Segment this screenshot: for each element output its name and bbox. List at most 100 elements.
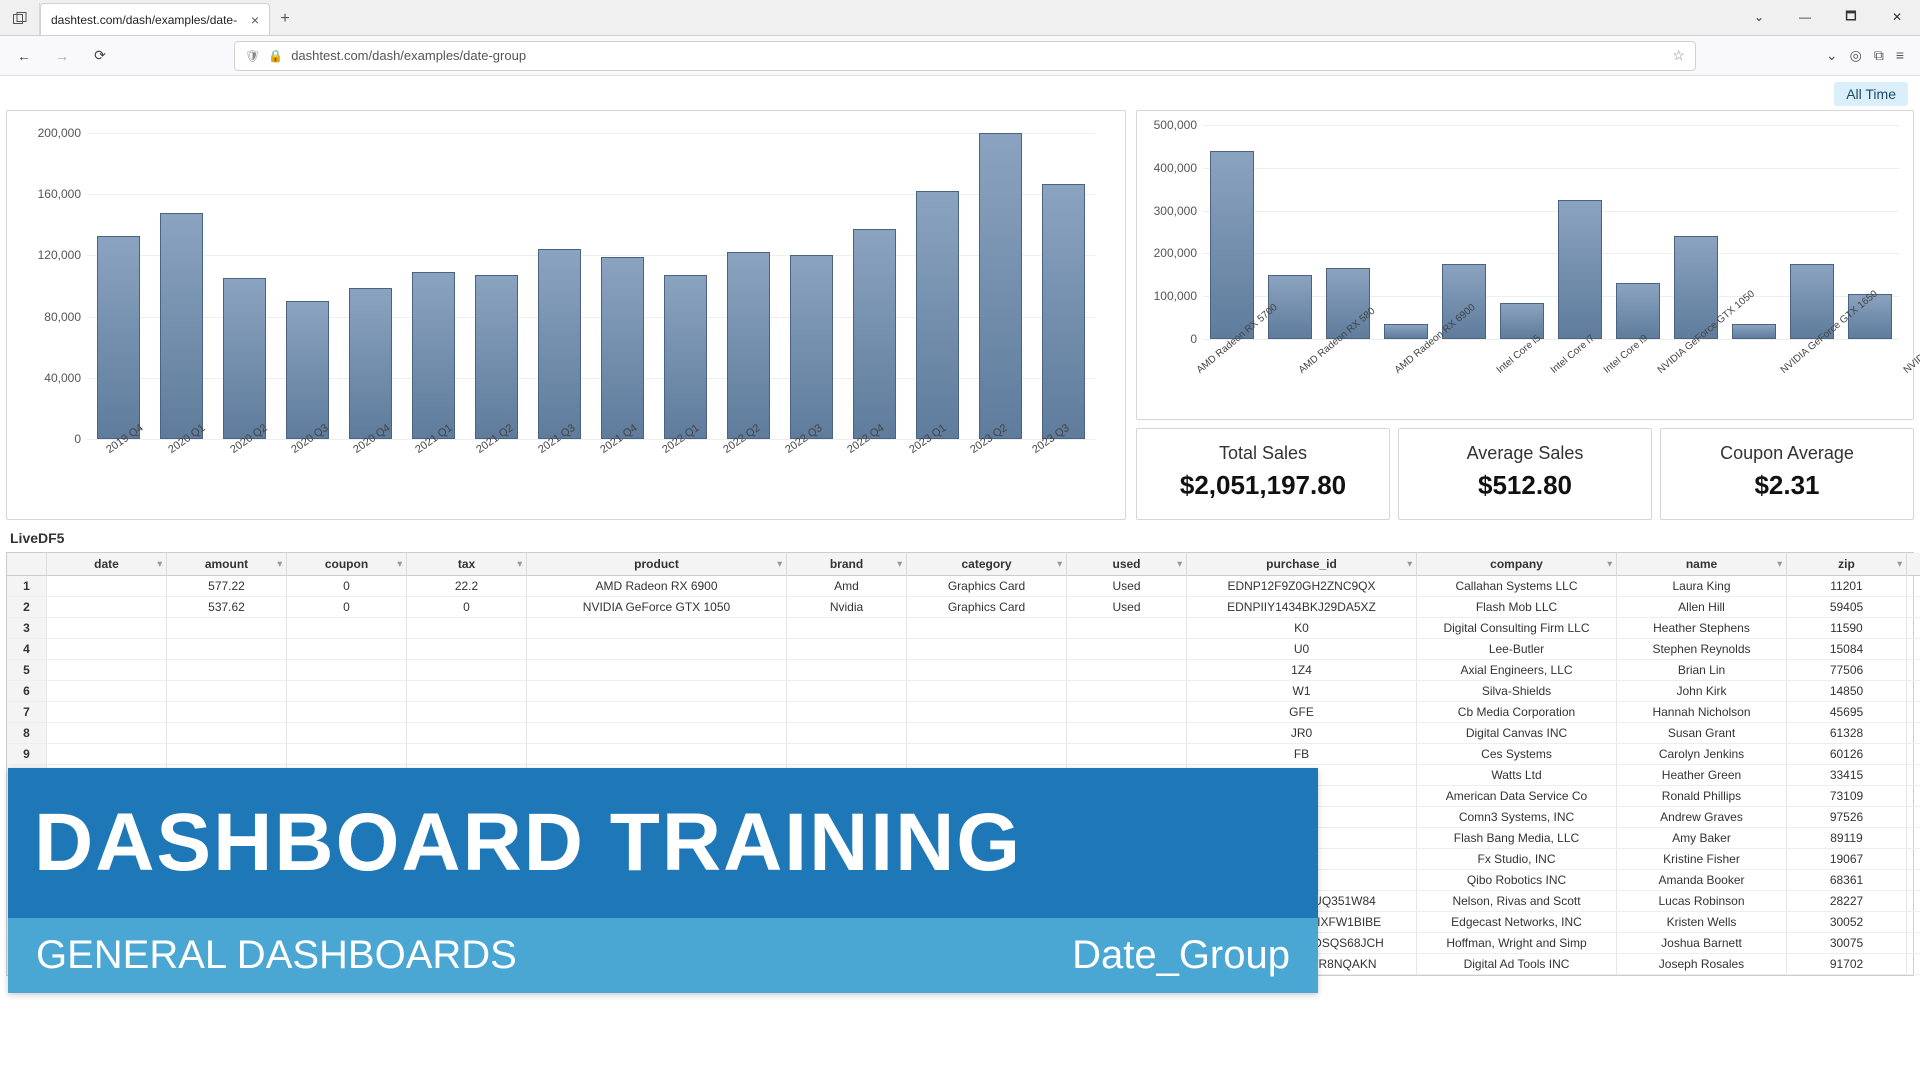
table-cell: Digital Consulting Firm LLC — [1417, 618, 1617, 639]
table-cell: Watts Ltd — [1417, 765, 1617, 786]
pocket-icon[interactable]: ⌄ — [1826, 47, 1838, 64]
url-bar[interactable]: 🛡 🔒 dashtest.com/dash/examples/date-grou… — [234, 41, 1696, 71]
chart-bar[interactable] — [790, 255, 833, 439]
chart-bar[interactable] — [412, 272, 455, 439]
chart-bar[interactable] — [727, 252, 770, 439]
table-cell — [1067, 744, 1187, 765]
table-cell — [287, 702, 407, 723]
chart-bar[interactable] — [1616, 283, 1660, 339]
chart-bar[interactable] — [664, 275, 707, 439]
table-cell — [47, 744, 167, 765]
back-button[interactable]: ← — [10, 42, 38, 70]
table-cell: Great Falls — [1907, 597, 1920, 618]
table-cell: Geneva — [1907, 870, 1920, 891]
column-header[interactable]: category▾ — [907, 553, 1067, 576]
product-sales-chart[interactable]: 0100,000200,000300,000400,000500,000AMD … — [1136, 110, 1914, 420]
bookmark-star-icon[interactable]: ☆ — [1672, 47, 1685, 64]
account-icon[interactable]: ◎ — [1850, 47, 1862, 64]
table-row[interactable]: 9FBCes SystemsCarolyn Jenkins60126Elmhur… — [7, 744, 1913, 765]
chart-bar[interactable] — [97, 236, 140, 439]
tab-list-button[interactable] — [0, 3, 40, 35]
close-button[interactable]: ✕ — [1874, 1, 1920, 33]
new-tab-button[interactable]: + — [270, 3, 300, 35]
table-cell: 537.62 — [167, 597, 287, 618]
table-cell: Edgecast Networks, INC — [1417, 912, 1617, 933]
chart-bar[interactable] — [1732, 324, 1776, 339]
table-row[interactable]: 4U0Lee-ButlerStephen Reynolds15084Tarent… — [7, 639, 1913, 660]
filter-icon[interactable]: ▾ — [1897, 559, 1902, 570]
column-header[interactable]: city▾ — [1907, 553, 1920, 576]
filter-icon[interactable]: ▾ — [277, 559, 282, 570]
browser-tab[interactable]: dashtest.com/dash/examples/date- × — [40, 3, 270, 35]
chart-bar[interactable] — [349, 288, 392, 439]
chart-bar[interactable] — [1042, 184, 1085, 440]
filter-icon[interactable]: ▾ — [1607, 559, 1612, 570]
filter-icon[interactable]: ▾ — [1777, 559, 1782, 570]
table-row[interactable]: 6W1Silva-ShieldsJohn Kirk14850Ithaca — [7, 681, 1913, 702]
filter-icon[interactable]: ▾ — [1177, 559, 1182, 570]
filter-icon[interactable]: ▾ — [157, 559, 162, 570]
column-header[interactable]: used▾ — [1067, 553, 1187, 576]
chart-bar[interactable] — [286, 301, 329, 439]
table-cell — [527, 723, 787, 744]
table-cell — [287, 681, 407, 702]
table-cell — [47, 639, 167, 660]
x-tick-label: NVIDIA GeForce RTX 2060 — [1902, 289, 1920, 376]
table-cell: 45695 — [1787, 702, 1907, 723]
column-header[interactable]: company▾ — [1417, 553, 1617, 576]
chart-bar[interactable] — [1384, 324, 1428, 339]
menu-icon[interactable]: ≡ — [1896, 47, 1904, 64]
table-row[interactable]: 51Z4Axial Engineers, LLCBrian Lin77506Pa… — [7, 660, 1913, 681]
table-row[interactable]: 2537.6200NVIDIA GeForce GTX 1050NvidiaGr… — [7, 597, 1913, 618]
column-header[interactable]: brand▾ — [787, 553, 907, 576]
filter-icon[interactable]: ▾ — [397, 559, 402, 570]
chart-bar[interactable] — [601, 257, 644, 439]
table-cell: 73109 — [1787, 786, 1907, 807]
forward-button[interactable]: → — [48, 42, 76, 70]
chart-bar[interactable] — [1210, 151, 1254, 339]
time-filter-pill[interactable]: All Time — [1834, 82, 1908, 106]
column-header[interactable]: date▾ — [47, 553, 167, 576]
quarterly-sales-chart[interactable]: 040,00080,000120,000160,000200,0002019 Q… — [6, 110, 1126, 520]
table-cell: Pasadena — [1907, 660, 1920, 681]
chart-bar[interactable] — [160, 213, 203, 439]
column-header[interactable]: purchase_id▾ — [1187, 553, 1417, 576]
chart-bar[interactable] — [1558, 200, 1602, 339]
chart-bar[interactable] — [979, 133, 1022, 439]
reload-button[interactable]: ⟳ — [86, 42, 114, 70]
tab-close-icon[interactable]: × — [251, 12, 259, 28]
chart-bar[interactable] — [916, 191, 959, 439]
chart-bar[interactable] — [223, 278, 266, 439]
column-header[interactable]: amount▾ — [167, 553, 287, 576]
filter-icon[interactable]: ▾ — [517, 559, 522, 570]
filter-icon[interactable]: ▾ — [897, 559, 902, 570]
column-header[interactable]: coupon▾ — [287, 553, 407, 576]
filter-icon[interactable]: ▾ — [1057, 559, 1062, 570]
table-row[interactable]: 1577.22022.2AMD Radeon RX 6900AmdGraphic… — [7, 576, 1913, 597]
table-cell — [407, 618, 527, 639]
minimize-button[interactable]: — — [1782, 1, 1828, 33]
table-row[interactable]: 3K0Digital Consulting Firm LLCHeather St… — [7, 618, 1913, 639]
chevron-down-icon[interactable]: ⌄ — [1736, 1, 1782, 33]
maximize-button[interactable]: 🗖 — [1828, 1, 1874, 33]
chart-bar[interactable] — [538, 249, 581, 439]
table-cell: 3 — [7, 618, 47, 639]
table-row[interactable]: 8JR0Digital Canvas INCSusan Grant61328Ka… — [7, 723, 1913, 744]
column-header[interactable]: zip▾ — [1787, 553, 1907, 576]
extensions-icon[interactable]: ⧉ — [1874, 47, 1884, 64]
table-cell: AMD Radeon RX 6900 — [527, 576, 787, 597]
filter-icon[interactable]: ▾ — [1407, 559, 1412, 570]
chart-bar[interactable] — [475, 275, 518, 439]
table-cell: Susan Grant — [1617, 723, 1787, 744]
table-cell — [787, 639, 907, 660]
kpi-coupon-average: Coupon Average $2.31 — [1660, 428, 1914, 520]
column-header[interactable]: tax▾ — [407, 553, 527, 576]
column-header[interactable]: name▾ — [1617, 553, 1787, 576]
chart-bar[interactable] — [853, 229, 896, 439]
filter-icon[interactable]: ▾ — [777, 559, 782, 570]
table-cell: JR0 — [1187, 723, 1417, 744]
banner-title: DASHBOARD TRAINING — [8, 768, 1318, 918]
column-header[interactable] — [7, 553, 47, 576]
column-header[interactable]: product▾ — [527, 553, 787, 576]
table-row[interactable]: 7GFECb Media CorporationHannah Nicholson… — [7, 702, 1913, 723]
